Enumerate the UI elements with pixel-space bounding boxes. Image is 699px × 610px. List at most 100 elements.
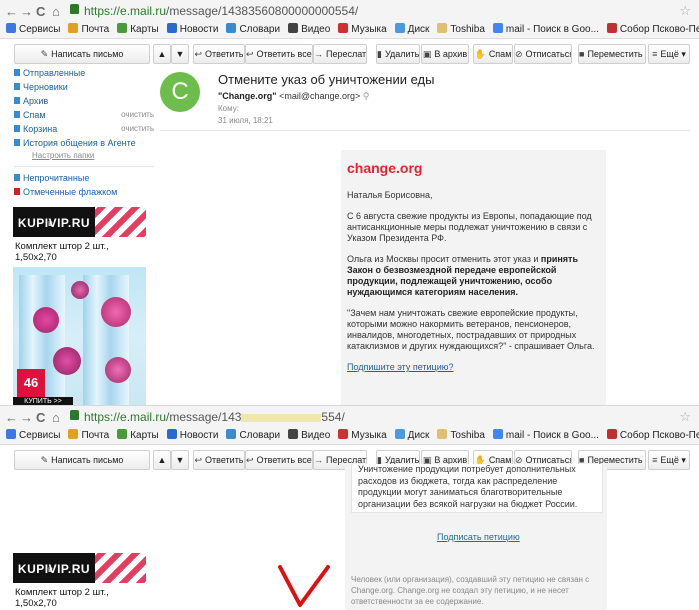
bookmark-item[interactable]: Собор Псково-Печ...: [606, 22, 699, 38]
advertisement-2[interactable]: ♛ KUPIVIP.RU Комплект штор 2 шт., 1,50x2,…: [13, 553, 146, 610]
sidebar-item[interactable]: История общения в Агенте: [14, 136, 154, 150]
reload-icon[interactable]: C: [36, 4, 45, 19]
more-button[interactable]: ≡ Ещё ▾: [648, 44, 690, 64]
trash-icon: ▮: [377, 49, 382, 59]
reply-all-button[interactable]: ↩ Ответить всем: [245, 44, 313, 64]
letter-paragraph-3: "Зачем нам уничтожать свежие европейские…: [347, 308, 595, 351]
buy-button[interactable]: КУПИТЬ >>: [13, 397, 73, 405]
reply-all-button[interactable]: ↩ Ответить всем: [245, 450, 313, 470]
folder-sidebar: Отправленные Черновики Архив Спам очистить Ко…: [14, 66, 154, 199]
forward-icon[interactable]: →: [20, 410, 33, 425]
clean-folder-link[interactable]: очистить: [121, 122, 154, 136]
more-icon: ≡: [652, 49, 658, 59]
more-button[interactable]: ≡ Ещё ▾: [648, 450, 690, 470]
letter-budget-text: Уничтожение продукции потребует дополнит…: [358, 464, 578, 509]
sidebar-item[interactable]: Отмеченные флажком: [14, 185, 154, 199]
browser-window-top: ← → C ⌂ https://e.mail.ru/message/143835…: [0, 0, 699, 405]
sign-petition-link[interactable]: Подпишите эту петицию?: [347, 362, 454, 372]
reply-all-icon: ↩: [246, 49, 254, 59]
bookmark-item[interactable]: Карты: [117, 428, 159, 444]
bookmark-favicon-icon: [6, 429, 16, 439]
compose-button[interactable]: ✎ Написать письмо: [14, 450, 150, 470]
back-icon[interactable]: ←: [5, 410, 18, 425]
bookmark-item[interactable]: Почта: [68, 428, 109, 444]
move-button[interactable]: ■Переместить ▾: [578, 44, 646, 64]
sidebar-item[interactable]: Спам очистить: [14, 108, 154, 122]
bookmarks-bar: Сервисы Почта Карты Новости Словари Видео Музы…: [0, 22, 699, 39]
clean-folder-link[interactable]: очистить: [121, 108, 154, 122]
sidebar-item[interactable]: Корзина очистить: [14, 122, 154, 136]
bookmark-item[interactable]: Видео: [288, 428, 330, 444]
bookmark-item[interactable]: mail - Поиск в Goo...: [492, 22, 599, 38]
bookmark-item[interactable]: Новости: [166, 428, 218, 444]
forward-icon: →: [314, 455, 323, 465]
ad-product-text: Комплект штор 2 шт., 1,50x2,70: [15, 587, 109, 609]
sidebar-item[interactable]: Непрочитанные: [14, 171, 154, 185]
bookmark-item[interactable]: Словари: [226, 428, 280, 444]
down-arrow-icon: ▼: [175, 49, 185, 59]
bookmark-item[interactable]: Новости: [166, 22, 218, 38]
bookmark-item[interactable]: Сервисы: [6, 428, 60, 444]
next-message-button[interactable]: ▼: [171, 44, 189, 64]
url-field[interactable]: https://e.mail.ru/message/143 554/: [84, 410, 345, 424]
bookmark-item[interactable]: Toshiba: [437, 22, 485, 38]
prev-message-button[interactable]: ▲: [153, 44, 171, 64]
bookmark-favicon-icon: [437, 23, 448, 33]
ad-header: ♛ KUPIVIP.RU: [13, 207, 146, 237]
bookmark-item[interactable]: Карты: [117, 22, 159, 38]
back-icon[interactable]: ←: [5, 4, 18, 19]
archive-button[interactable]: ▣ В архив: [421, 44, 469, 64]
draft-icon: [14, 83, 20, 90]
message-to-label: Кому:: [218, 104, 239, 113]
letter-paragraph-1: С 6 августа свежие продукты из Европы, п…: [347, 211, 592, 243]
pencil-icon: ✎: [40, 455, 49, 465]
bookmark-favicon-icon: [166, 429, 177, 439]
forward-icon[interactable]: →: [20, 4, 33, 19]
prev-message-button[interactable]: ▲: [153, 450, 171, 470]
bookmark-favicon-icon: [338, 429, 349, 439]
sidebar-item[interactable]: Отправленные: [14, 66, 154, 80]
unsubscribe-button[interactable]: ⊘ Отписаться: [514, 44, 572, 64]
pencil-icon: ✎: [40, 49, 49, 59]
ad-header: ♛ KUPIVIP.RU: [13, 553, 146, 583]
sign-petition-link-2[interactable]: Подписать петицию: [437, 532, 520, 542]
reload-icon[interactable]: C: [36, 410, 45, 425]
bookmark-item[interactable]: Почта: [68, 22, 109, 38]
reply-all-icon: ↩: [246, 455, 254, 465]
message-from[interactable]: "Change.org" <mail@change.org> ⚲: [218, 91, 369, 102]
bookmark-star-icon[interactable]: ☆: [679, 409, 691, 425]
reply-icon: ↩: [194, 49, 203, 59]
next-message-button[interactable]: ▼: [171, 450, 189, 470]
home-icon[interactable]: ⌂: [52, 410, 60, 425]
letter-greeting: Наталья Борисовна,: [347, 190, 433, 200]
compose-button[interactable]: ✎ Написать письмо: [14, 44, 150, 64]
spam-button[interactable]: ✋ Спам: [473, 44, 513, 64]
bookmark-item[interactable]: Музыка: [338, 22, 387, 38]
bookmark-item[interactable]: Собор Псково-Печ...: [606, 428, 699, 444]
reply-button[interactable]: ↩ Ответить: [193, 450, 245, 470]
bookmark-item[interactable]: Toshiba: [437, 428, 485, 444]
lock-icon: [70, 4, 79, 14]
forward-button[interactable]: → Переслать: [313, 44, 367, 64]
forward-icon: →: [314, 49, 323, 59]
configure-folders-link[interactable]: Настроить папки: [14, 150, 154, 162]
unread-icon: [14, 174, 20, 181]
search-icon[interactable]: ⚲: [363, 91, 370, 101]
reply-button[interactable]: ↩ Ответить: [193, 44, 245, 64]
advertisement[interactable]: ♛ KUPIVIP.RU Комплект штор 2 шт., 1,50x2,…: [13, 207, 146, 405]
bookmark-item[interactable]: Музыка: [338, 428, 387, 444]
bookmark-item[interactable]: Сервисы: [6, 22, 60, 38]
bookmark-item[interactable]: Диск: [394, 22, 429, 38]
message-subject: Отмените указ об уничтожении еды: [218, 72, 435, 87]
home-icon[interactable]: ⌂: [52, 4, 60, 19]
sidebar-item[interactable]: Черновики: [14, 80, 154, 94]
bookmark-item[interactable]: Словари: [226, 22, 280, 38]
sidebar-item[interactable]: Архив: [14, 94, 154, 108]
bookmark-item[interactable]: Видео: [288, 22, 330, 38]
url-field[interactable]: https://e.mail.ru/message/14383560800000…: [84, 4, 358, 18]
bookmark-item[interactable]: Диск: [394, 428, 429, 444]
delete-button[interactable]: ▮ Удалить: [376, 44, 420, 64]
archive-icon: ▣: [422, 49, 432, 59]
bookmark-item[interactable]: mail - Поиск в Goo...: [492, 428, 599, 444]
bookmark-star-icon[interactable]: ☆: [679, 3, 691, 19]
